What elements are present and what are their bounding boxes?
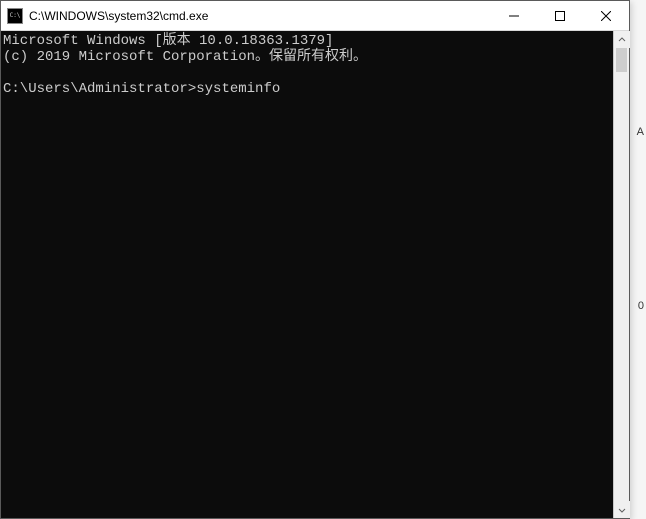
close-icon (601, 11, 611, 21)
maximize-icon (555, 11, 565, 21)
bg-char: A (637, 126, 644, 138)
bg-char: 0 (638, 300, 644, 312)
scroll-up-button[interactable] (614, 31, 630, 48)
text-cursor (280, 90, 288, 92)
chevron-down-icon (618, 506, 626, 514)
cmd-window: C:\WINDOWS\system32\cmd.exe Microsoft Wi… (0, 0, 630, 519)
titlebar[interactable]: C:\WINDOWS\system32\cmd.exe (1, 1, 629, 31)
cmd-icon (7, 8, 23, 24)
console-line: Microsoft Windows [版本 10.0.18363.1379] (3, 33, 333, 49)
console-output[interactable]: Microsoft Windows [版本 10.0.18363.1379] (… (1, 31, 613, 518)
scrollbar-thumb[interactable] (616, 48, 627, 72)
minimize-button[interactable] (491, 1, 537, 31)
close-button[interactable] (583, 1, 629, 31)
chevron-up-icon (618, 36, 626, 44)
scroll-down-button[interactable] (614, 501, 630, 518)
maximize-button[interactable] (537, 1, 583, 31)
console-area: Microsoft Windows [版本 10.0.18363.1379] (… (1, 31, 629, 518)
window-controls (491, 1, 629, 30)
vertical-scrollbar[interactable] (613, 31, 629, 518)
console-prompt: C:\Users\Administrator> (3, 81, 196, 97)
console-line: (c) 2019 Microsoft Corporation。保留所有权利。 (3, 49, 367, 65)
console-command: systeminfo (196, 81, 280, 97)
scrollbar-track[interactable] (614, 48, 629, 501)
minimize-icon (509, 11, 519, 21)
window-title: C:\WINDOWS\system32\cmd.exe (29, 9, 491, 23)
